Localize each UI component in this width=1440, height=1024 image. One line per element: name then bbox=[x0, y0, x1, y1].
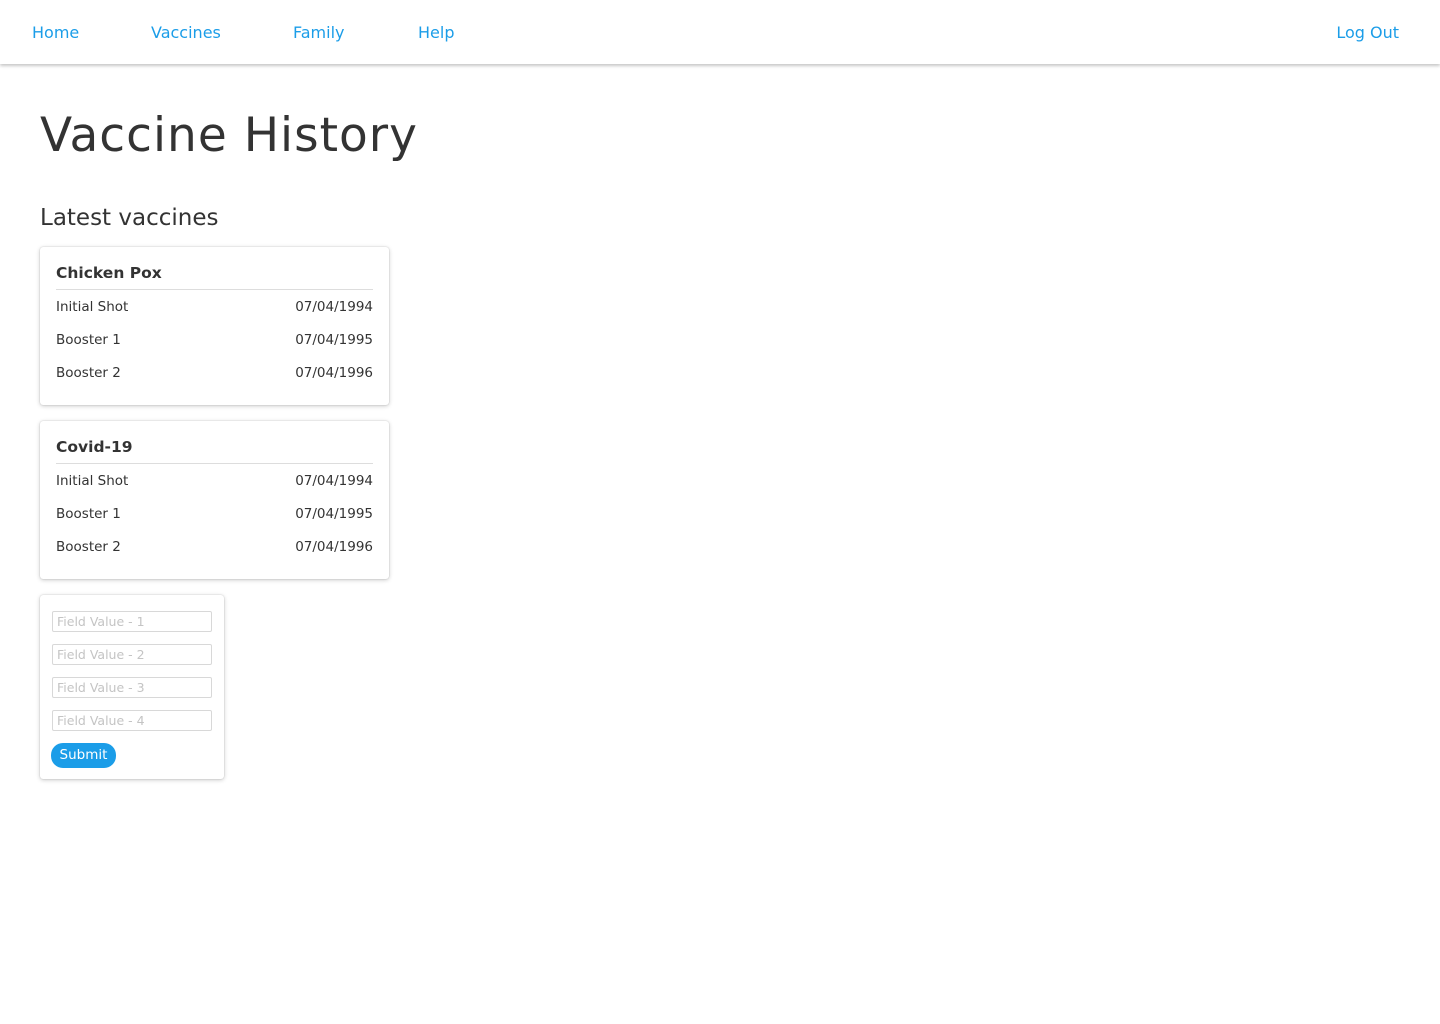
submit-button[interactable]: Submit bbox=[51, 743, 116, 768]
field-value-3-input[interactable] bbox=[52, 677, 212, 698]
field-value-1-input[interactable] bbox=[52, 611, 212, 632]
vaccine-name: Covid-19 bbox=[56, 421, 373, 464]
top-navbar: Home Vaccines Family Help Log Out bbox=[0, 0, 1440, 64]
dose-label: Initial Shot bbox=[56, 472, 129, 489]
logout-link[interactable]: Log Out bbox=[1336, 22, 1399, 44]
dose-row: Initial Shot 07/04/1994 bbox=[56, 290, 373, 323]
dose-row: Booster 2 07/04/1996 bbox=[56, 356, 373, 389]
nav-link-help[interactable]: Help bbox=[418, 22, 454, 44]
vaccine-name: Chicken Pox bbox=[56, 247, 373, 290]
dose-row: Booster 1 07/04/1995 bbox=[56, 323, 373, 356]
dose-row: Initial Shot 07/04/1994 bbox=[56, 464, 373, 497]
section-title-latest-vaccines: Latest vaccines bbox=[40, 205, 219, 231]
nav-link-home[interactable]: Home bbox=[32, 22, 79, 44]
dose-label: Booster 1 bbox=[56, 505, 121, 522]
nav-link-vaccines[interactable]: Vaccines bbox=[151, 22, 221, 44]
dose-row: Booster 2 07/04/1996 bbox=[56, 530, 373, 563]
dose-date: 07/04/1995 bbox=[295, 505, 373, 522]
page-title: Vaccine History bbox=[40, 108, 418, 163]
vaccine-entry-form: Submit bbox=[40, 595, 224, 779]
vaccine-card-chicken-pox: Chicken Pox Initial Shot 07/04/1994 Boos… bbox=[40, 247, 389, 405]
vaccine-card-covid-19: Covid-19 Initial Shot 07/04/1994 Booster… bbox=[40, 421, 389, 579]
dose-date: 07/04/1994 bbox=[295, 472, 373, 489]
field-value-2-input[interactable] bbox=[52, 644, 212, 665]
dose-label: Booster 1 bbox=[56, 331, 121, 348]
field-value-4-input[interactable] bbox=[52, 710, 212, 731]
dose-label: Initial Shot bbox=[56, 298, 129, 315]
dose-label: Booster 2 bbox=[56, 538, 121, 555]
dose-date: 07/04/1994 bbox=[295, 298, 373, 315]
dose-label: Booster 2 bbox=[56, 364, 121, 381]
nav-link-family[interactable]: Family bbox=[293, 22, 344, 44]
dose-date: 07/04/1996 bbox=[295, 364, 373, 381]
dose-date: 07/04/1996 bbox=[295, 538, 373, 555]
dose-row: Booster 1 07/04/1995 bbox=[56, 497, 373, 530]
dose-date: 07/04/1995 bbox=[295, 331, 373, 348]
